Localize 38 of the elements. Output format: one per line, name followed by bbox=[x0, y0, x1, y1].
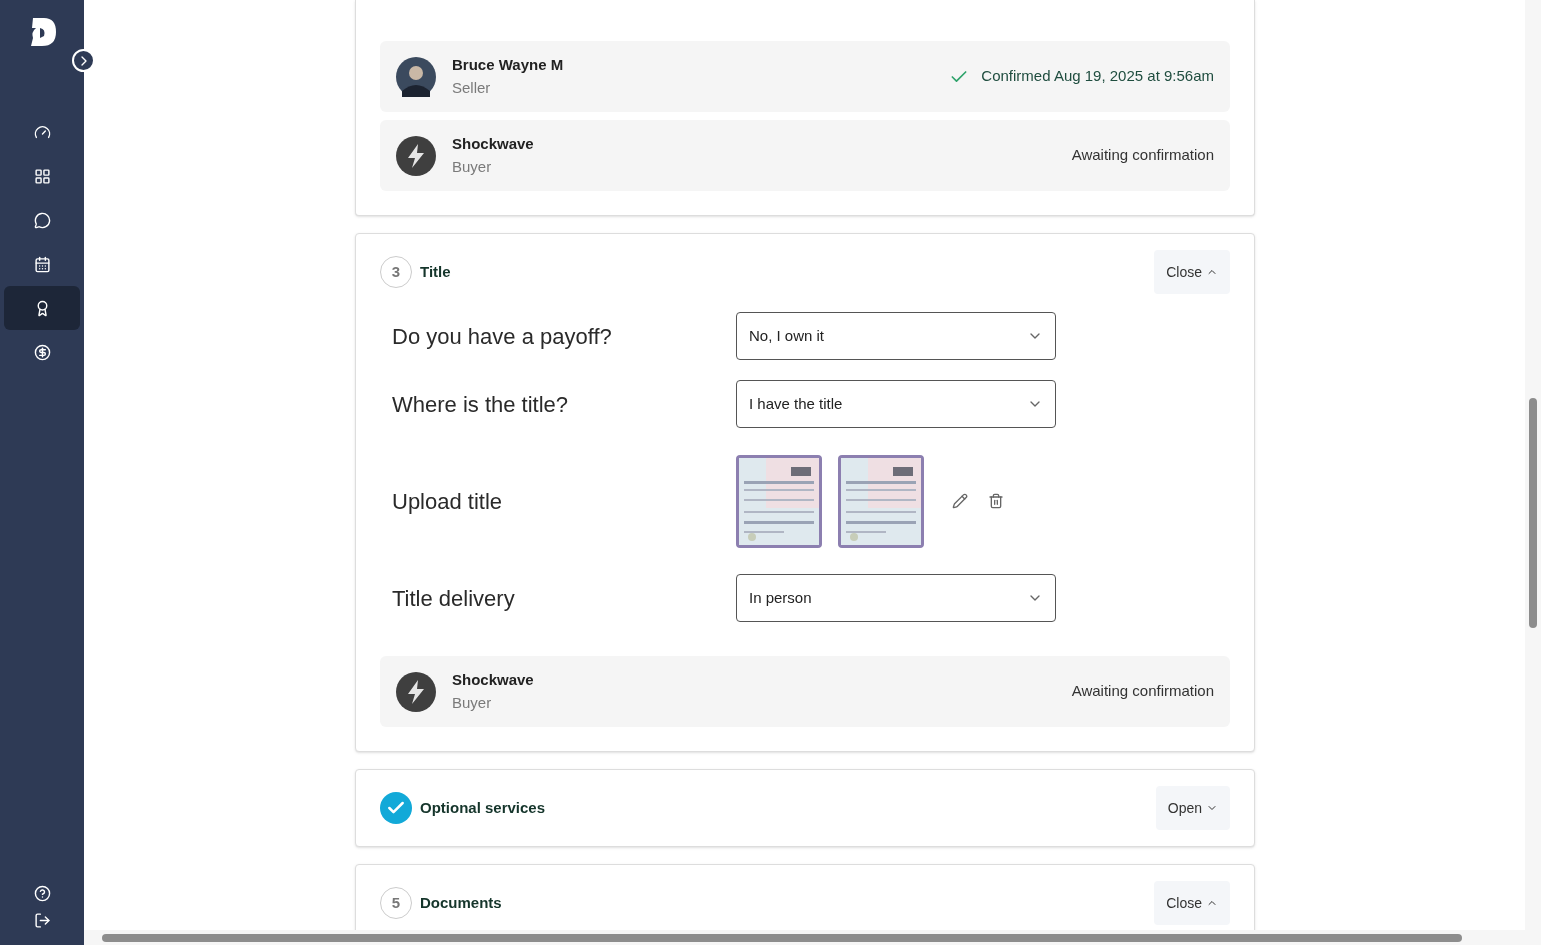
status-text: Confirmed Aug 19, 2025 at 9:56am bbox=[981, 66, 1214, 87]
chat-icon bbox=[33, 211, 51, 229]
field-label: Upload title bbox=[392, 487, 504, 516]
party-name: Bruce Wayne M bbox=[452, 55, 564, 75]
select-field[interactable]: I have the title bbox=[736, 380, 1056, 428]
toggle-button[interactable]: Close bbox=[1154, 881, 1230, 925]
help-icon[interactable] bbox=[33, 885, 51, 902]
party-name: Shockwave bbox=[452, 134, 534, 154]
avatar-icon bbox=[396, 56, 436, 97]
horizontal-scrollbar[interactable] bbox=[84, 930, 1541, 945]
logo-icon bbox=[396, 671, 436, 712]
party-name: Shockwave bbox=[452, 670, 534, 690]
calendar-icon bbox=[33, 255, 51, 273]
party-role: Buyer bbox=[452, 692, 493, 713]
section-title: Title bbox=[420, 261, 451, 282]
section-title: Optional services bbox=[420, 797, 546, 818]
select-field[interactable]: No, I own it bbox=[736, 312, 1056, 360]
vertical-scrollbar[interactable] bbox=[1525, 0, 1541, 930]
field-label: Where is the title? bbox=[392, 390, 570, 419]
toggle-button[interactable]: Close bbox=[1154, 250, 1230, 294]
status-text: Awaiting confirmation bbox=[1071, 681, 1214, 702]
dashboard-icon bbox=[33, 123, 51, 141]
select-field[interactable]: In person bbox=[736, 574, 1056, 622]
nav-item[interactable] bbox=[4, 286, 80, 330]
trash-icon[interactable] bbox=[988, 493, 1004, 509]
expand-button[interactable] bbox=[72, 49, 95, 72]
field-label: Title delivery bbox=[392, 584, 516, 613]
party-role: Seller bbox=[452, 77, 492, 98]
logout-icon[interactable] bbox=[33, 912, 51, 929]
toggle-button[interactable]: Open bbox=[1155, 786, 1230, 830]
logo-icon bbox=[396, 135, 436, 176]
dollar-icon bbox=[33, 343, 51, 361]
field-label: Do you have a payoff? bbox=[392, 322, 613, 351]
grid-icon bbox=[33, 167, 51, 185]
edit-icon[interactable] bbox=[952, 493, 968, 509]
party-role: Buyer bbox=[452, 156, 493, 177]
status-text: Awaiting confirmation bbox=[1071, 145, 1214, 166]
section-title: Documents bbox=[420, 892, 502, 913]
